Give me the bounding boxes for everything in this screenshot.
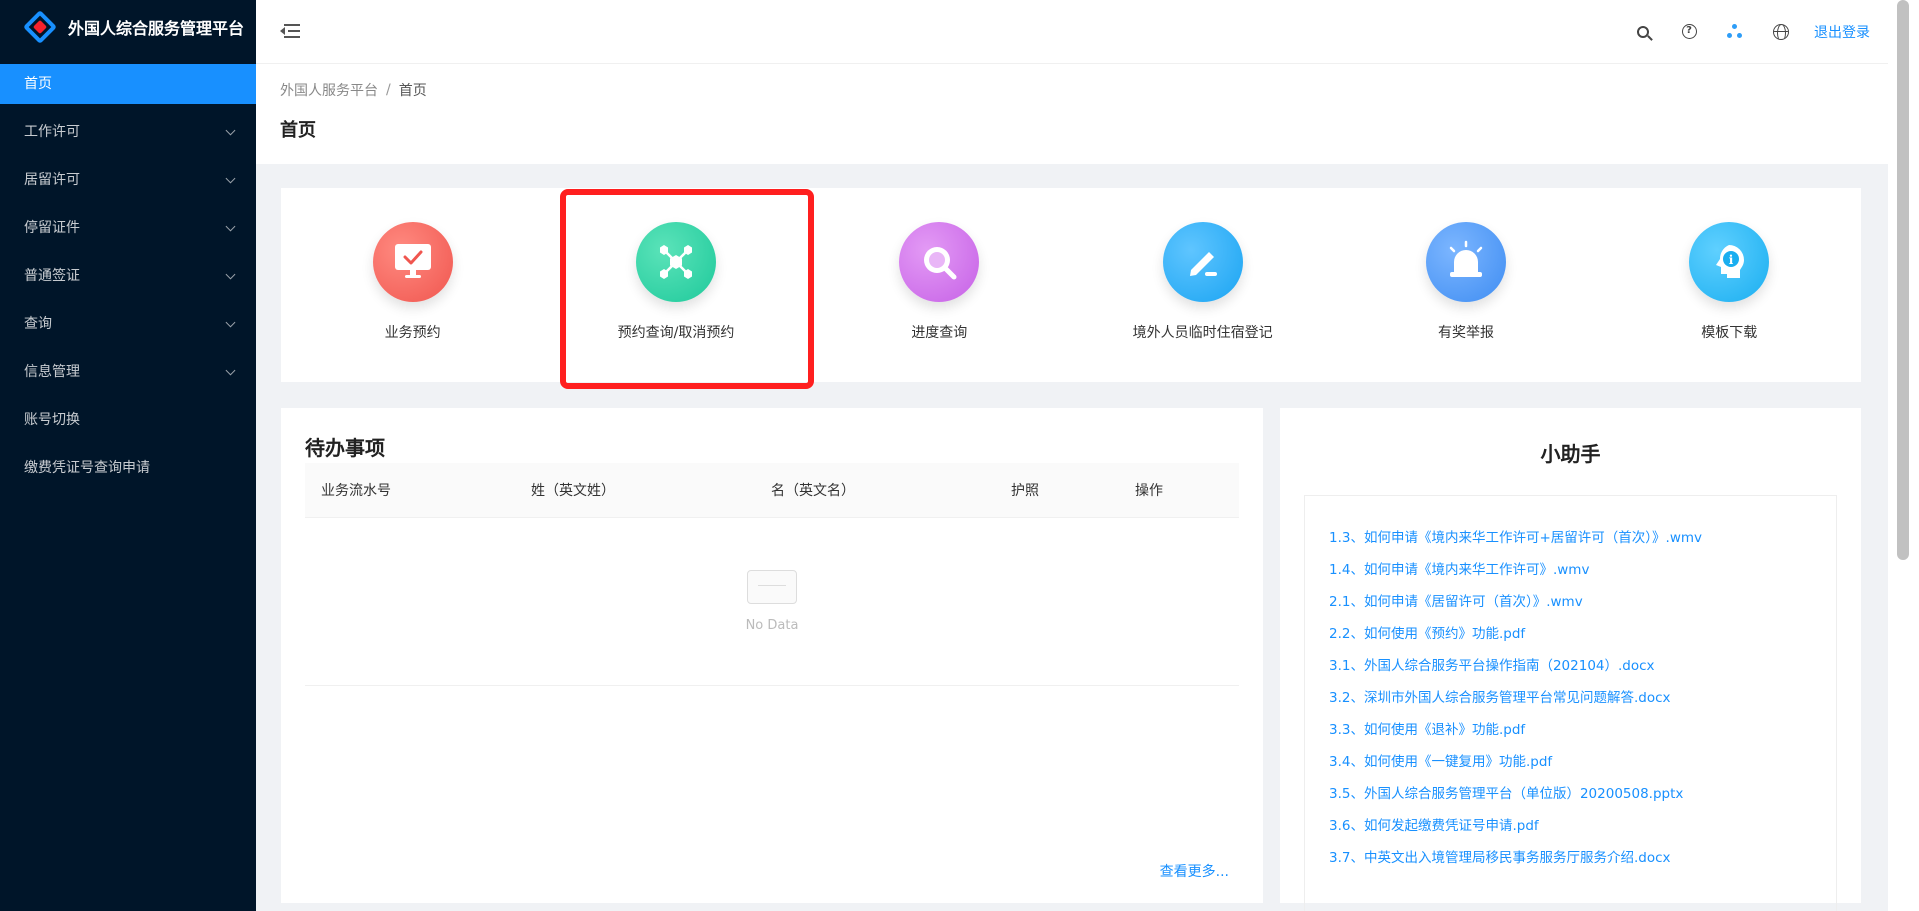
helper-link[interactable]: 1.4、如何申请《境内来华工作许可》.wmv — [1329, 554, 1812, 586]
apps-icon[interactable] — [1712, 0, 1758, 64]
sidebar-item-label: 普通签证 — [24, 268, 80, 284]
quick-action-template-download[interactable]: i 模板下载 — [1598, 188, 1861, 382]
quick-action-label: 进度查询 — [911, 325, 968, 341]
quick-action-label: 境外人员临时住宿登记 — [1132, 325, 1273, 341]
helper-link[interactable]: 2.2、如何使用《预约》功能.pdf — [1329, 618, 1812, 650]
empty-row: No Data — [305, 517, 1239, 686]
table-header-row: 业务流水号 姓（英文姓） 名（英文名） 护照 操作 — [305, 463, 1239, 518]
helper-link[interactable]: 2.1、如何申请《居留许可（首次）》.wmv — [1329, 586, 1812, 618]
pencil-icon — [1162, 222, 1243, 302]
top-header: ? 退出登录 — [256, 0, 1888, 64]
sidebar-item-stay-documents[interactable]: 停留证件 — [0, 208, 256, 248]
helper-link[interactable]: 3.6、如何发起缴费凭证号申请.pdf — [1329, 810, 1812, 842]
quick-action-query-cancel[interactable]: 预约查询/取消预约 — [544, 188, 807, 382]
magnifier-icon — [899, 222, 980, 302]
sidebar-item-label: 首页 — [24, 76, 52, 92]
table-header-cell: 业务流水号 — [305, 463, 515, 518]
quick-actions: 业务预约 预约查询/取消预约 进度查询 境外人员临时住宿登记 有奖举报 i 模板… — [281, 188, 1861, 382]
helper-title: 小助手 — [1540, 442, 1601, 466]
sidebar-menu: 首页 工作许可 居留许可 停留证件 普通签证 查询 信息管理 账号切换 缴费凭证… — [0, 64, 256, 488]
helper-link[interactable]: 1.3、如何申请《境内来华工作许可+居留许可（首次）》.wmv — [1329, 522, 1812, 554]
menu-fold-icon[interactable] — [280, 23, 300, 41]
breadcrumb-root[interactable]: 外国人服务平台 — [280, 80, 378, 100]
sidebar-item-label: 账号切换 — [24, 412, 80, 428]
quick-action-label: 有奖举报 — [1437, 325, 1494, 341]
chevron-down-icon — [225, 221, 236, 231]
logo-icon — [23, 10, 57, 44]
helper-link[interactable]: 3.7、中英文出入境管理局移民事务服务厅服务介绍.docx — [1329, 842, 1812, 874]
table-header-cell: 姓（英文姓） — [515, 463, 755, 518]
network-icon — [635, 222, 716, 302]
helper-link[interactable]: 3.2、深圳市外国人综合服务管理平台常见问题解答.docx — [1329, 682, 1812, 714]
sidebar-item-payment-voucher[interactable]: 缴费凭证号查询申请 — [0, 448, 256, 488]
globe-icon[interactable] — [1758, 0, 1804, 64]
quick-action-label: 预约查询/取消预约 — [617, 325, 735, 341]
sidebar-item-label: 工作许可 — [24, 124, 80, 140]
scrollbar-thumb[interactable] — [1897, 0, 1909, 560]
monitor-check-icon — [372, 222, 453, 302]
table-header-cell: 护照 — [995, 463, 1119, 518]
helper-link-list: 1.3、如何申请《境内来华工作许可+居留许可（首次）》.wmv 1.4、如何申请… — [1304, 495, 1837, 911]
empty-cell: No Data — [305, 517, 1239, 686]
sidebar-item-info-management[interactable]: 信息管理 — [0, 352, 256, 392]
breadcrumb-separator: / — [386, 82, 391, 98]
chevron-down-icon — [225, 269, 236, 279]
logout-link[interactable]: 退出登录 — [1814, 22, 1870, 42]
helper-link[interactable]: 3.1、外国人综合服务平台操作指南（202104）.docx — [1329, 650, 1812, 682]
header-actions: ? 退出登录 — [1620, 0, 1870, 64]
brand[interactable]: 外国人综合服务管理平台 — [0, 0, 256, 54]
alarm-icon — [1425, 222, 1506, 302]
empty-inbox-icon — [747, 569, 797, 604]
sidebar-item-ordinary-visa[interactable]: 普通签证 — [0, 256, 256, 296]
sidebar-item-residence-permit[interactable]: 居留许可 — [0, 160, 256, 200]
todo-panel: 待办事项 业务流水号 姓（英文姓） 名（英文名） 护照 操作 No Data 查… — [281, 408, 1263, 903]
todo-title: 待办事项 — [305, 436, 385, 460]
sidebar-item-label: 居留许可 — [24, 172, 80, 188]
quick-action-book[interactable]: 业务预约 — [281, 188, 544, 382]
table-header-cell: 操作 — [1119, 463, 1239, 518]
quick-action-progress[interactable]: 进度查询 — [808, 188, 1071, 382]
sidebar-item-label: 查询 — [24, 316, 52, 332]
sidebar-item-label: 信息管理 — [24, 364, 80, 380]
empty-text: No Data — [745, 617, 799, 633]
sidebar-item-label: 停留证件 — [24, 220, 80, 236]
sidebar-item-query[interactable]: 查询 — [0, 304, 256, 344]
app-title: 外国人综合服务管理平台 — [68, 19, 245, 38]
info-head-icon: i — [1689, 222, 1770, 302]
page-scrollbar[interactable] — [1888, 0, 1919, 911]
chevron-down-icon — [225, 125, 236, 135]
sidebar-item-home[interactable]: 首页 — [0, 64, 256, 104]
chevron-down-icon — [225, 365, 236, 375]
page-title: 首页 — [280, 120, 316, 141]
chevron-down-icon — [225, 317, 236, 327]
sidebar: 外国人综合服务管理平台 首页 工作许可 居留许可 停留证件 普通签证 查询 信息… — [0, 0, 256, 911]
helper-link[interactable]: 3.3、如何使用《退补》功能.pdf — [1329, 714, 1812, 746]
todo-table: 业务流水号 姓（英文姓） 名（英文名） 护照 操作 No Data — [305, 463, 1239, 686]
quick-action-label: 业务预约 — [384, 325, 441, 341]
helper-panel: 小助手 1.3、如何申请《境内来华工作许可+居留许可（首次）》.wmv 1.4、… — [1280, 408, 1861, 911]
sidebar-item-work-permit[interactable]: 工作许可 — [0, 112, 256, 152]
table-header-cell: 名（英文名） — [755, 463, 995, 518]
breadcrumb: 外国人服务平台 / 首页 — [280, 80, 1864, 100]
sidebar-item-switch-account[interactable]: 账号切换 — [0, 400, 256, 440]
help-icon[interactable]: ? — [1666, 0, 1712, 64]
svg-text:i: i — [1729, 253, 1734, 267]
helper-link[interactable]: 3.4、如何使用《一键复用》功能.pdf — [1329, 746, 1812, 778]
quick-action-label: 模板下载 — [1701, 325, 1758, 341]
quick-action-report[interactable]: 有奖举报 — [1334, 188, 1597, 382]
chevron-down-icon — [225, 173, 236, 183]
helper-link[interactable]: 3.5、外国人综合服务管理平台（单位版）20200508.pptx — [1329, 778, 1812, 810]
breadcrumb-current: 首页 — [398, 83, 427, 99]
search-icon[interactable] — [1620, 0, 1666, 64]
view-more-link[interactable]: 查看更多... — [1160, 861, 1229, 881]
quick-action-temp-lodging[interactable]: 境外人员临时住宿登记 — [1071, 188, 1334, 382]
page-header: 外国人服务平台 / 首页 首页 — [256, 64, 1888, 164]
sidebar-item-label: 缴费凭证号查询申请 — [24, 460, 150, 476]
